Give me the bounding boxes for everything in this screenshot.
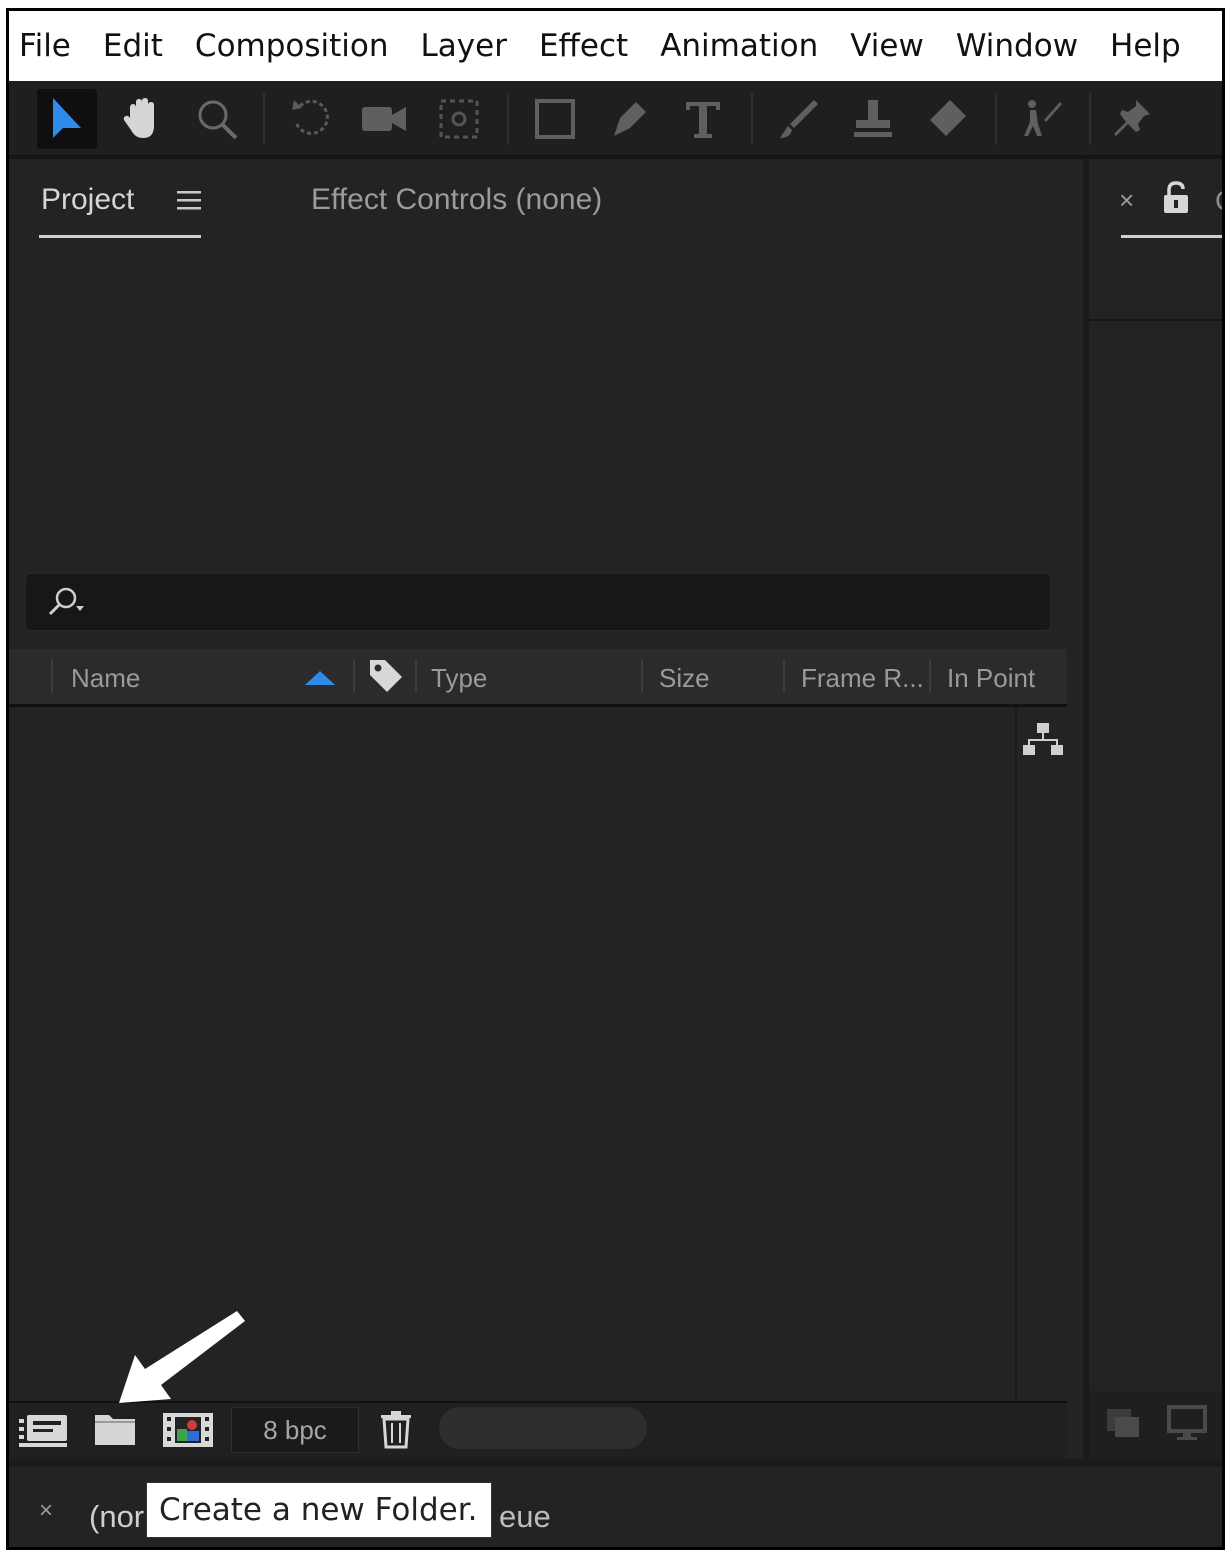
scroll-track <box>1015 707 1017 1407</box>
type-tool-icon[interactable] <box>673 89 733 149</box>
annotation-arrow-icon <box>117 1307 247 1412</box>
active-tab-indicator <box>39 235 201 238</box>
close-icon[interactable]: × <box>39 1497 53 1525</box>
tab-composition-partial[interactable]: C <box>1215 185 1222 217</box>
thumbnail-size-slider[interactable] <box>439 1407 647 1449</box>
menu-composition[interactable]: Composition <box>195 28 389 64</box>
menu-layer[interactable]: Layer <box>421 28 507 64</box>
hand-tool-icon[interactable] <box>113 89 173 149</box>
close-icon[interactable]: × <box>1119 185 1134 216</box>
composition-panel: × C <box>1083 159 1222 1459</box>
color-depth-button[interactable]: 8 bpc <box>231 1407 359 1453</box>
column-separator <box>51 659 53 693</box>
column-frame-rate[interactable]: Frame R... <box>801 663 924 694</box>
pan-behind-tool-icon[interactable] <box>429 89 489 149</box>
zoom-tool-icon[interactable] <box>187 89 247 149</box>
toolbar-separator <box>1089 93 1091 145</box>
rotation-tool-icon[interactable] <box>281 89 341 149</box>
rectangle-tool-icon[interactable] <box>525 89 585 149</box>
column-size[interactable]: Size <box>659 663 710 694</box>
app-window: File Edit Composition Layer Effect Anima… <box>6 8 1225 1550</box>
column-separator <box>783 659 785 693</box>
project-panel: Project Effect Controls (none) Name Type… <box>9 159 1075 1459</box>
lock-icon[interactable] <box>1161 181 1191 220</box>
toolbar-separator <box>751 93 753 145</box>
menu-bar: File Edit Composition Layer Effect Anima… <box>9 11 1222 81</box>
camera-tool-icon[interactable] <box>355 89 415 149</box>
menu-window[interactable]: Window <box>956 28 1078 64</box>
column-separator <box>641 659 643 693</box>
project-file-list[interactable] <box>9 707 1067 1399</box>
roto-brush-tool-icon[interactable] <box>1013 89 1073 149</box>
menu-animation[interactable]: Animation <box>660 28 818 64</box>
tab-effect-controls[interactable]: Effect Controls (none) <box>311 183 602 217</box>
toolbar-separator <box>507 93 509 145</box>
tooltip: Create a new Folder. <box>146 1482 492 1538</box>
selection-tool-icon[interactable] <box>37 89 97 149</box>
preview-icon[interactable] <box>1105 1407 1141 1444</box>
trash-icon[interactable] <box>379 1409 413 1454</box>
tab-project[interactable]: Project <box>41 183 134 217</box>
toolbar-separator <box>263 93 265 145</box>
new-composition-icon[interactable] <box>161 1409 215 1456</box>
column-type[interactable]: Type <box>431 663 487 694</box>
column-in-point[interactable]: In Point <box>947 663 1035 694</box>
puppet-pin-tool-icon[interactable] <box>1103 89 1163 149</box>
tab-timeline-none[interactable]: (nor <box>89 1499 144 1535</box>
menu-file[interactable]: File <box>19 28 71 64</box>
project-search-input[interactable] <box>25 573 1051 631</box>
column-separator <box>929 659 931 693</box>
tools-toolbar <box>9 81 1222 159</box>
menu-view[interactable]: View <box>850 28 924 64</box>
flowchart-icon[interactable] <box>1023 719 1063 764</box>
pen-tool-icon[interactable] <box>599 89 659 149</box>
sort-ascending-icon[interactable] <box>303 667 337 692</box>
active-tab-indicator <box>1121 235 1222 238</box>
column-separator <box>415 659 417 693</box>
toolbar-separator <box>995 93 997 145</box>
composition-bottom-bar <box>1089 1391 1222 1459</box>
column-separator <box>353 659 355 693</box>
search-icon <box>46 586 96 623</box>
composition-tab-area: × C <box>1089 159 1222 321</box>
interpret-footage-icon[interactable] <box>17 1409 69 1456</box>
eraser-tool-icon[interactable] <box>917 89 977 149</box>
label-tag-icon[interactable] <box>367 657 405 700</box>
menu-edit[interactable]: Edit <box>103 28 163 64</box>
menu-effect[interactable]: Effect <box>539 28 628 64</box>
monitor-icon[interactable] <box>1167 1405 1207 1446</box>
tab-render-queue[interactable]: eue <box>499 1499 551 1535</box>
new-folder-icon[interactable] <box>93 1409 137 1452</box>
menu-help[interactable]: Help <box>1110 28 1181 64</box>
brush-tool-icon[interactable] <box>769 89 829 149</box>
column-name[interactable]: Name <box>71 663 140 694</box>
project-column-header: Name Type Size Frame R... In Point <box>9 649 1067 707</box>
panel-menu-icon[interactable] <box>177 189 201 216</box>
clone-stamp-tool-icon[interactable] <box>843 89 903 149</box>
